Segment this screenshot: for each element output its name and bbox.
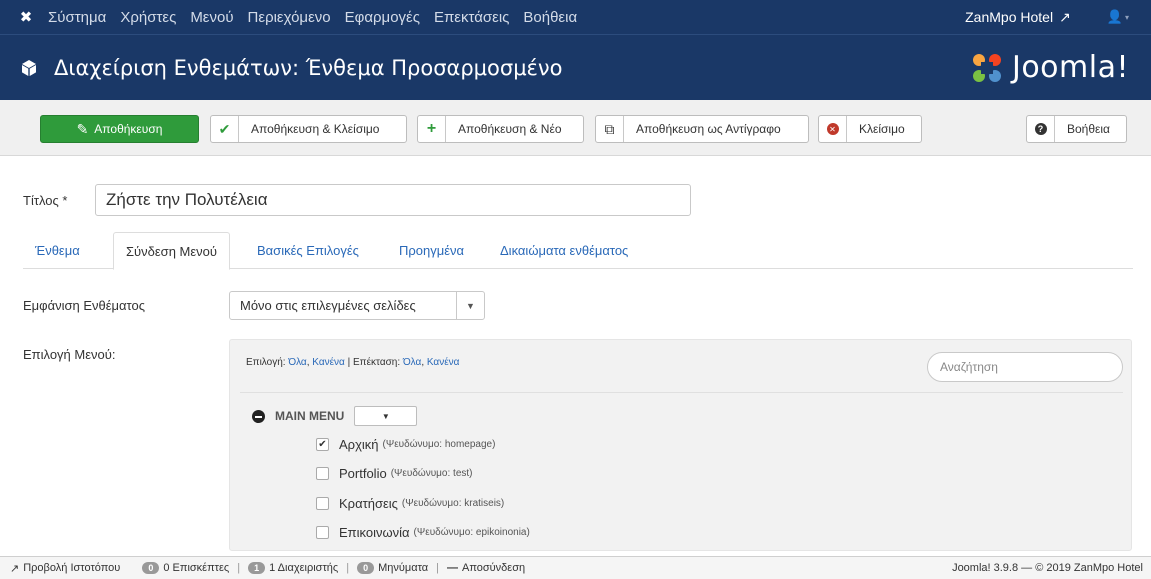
joomla-brand: Joomla! [970, 50, 1129, 85]
menu-extensions[interactable]: Επεκτάσεις [434, 9, 509, 26]
view-site-link[interactable]: ↗ Προβολή Ιστοτόπου [10, 562, 120, 575]
save-button[interactable]: ✎ Αποθήκευση [40, 115, 199, 143]
menu-help[interactable]: Βοήθεια [523, 9, 577, 26]
separator: | [346, 562, 350, 574]
menu-item-label: Αρχική [339, 437, 379, 452]
menu-item-label: Portfolio [339, 466, 387, 481]
separator: | [436, 562, 439, 574]
menu-item: Επικοινωνία (Ψευδώνυμο: epikoinonia) [316, 525, 530, 540]
page-title: Διαχείριση Ενθεμάτων: Ένθεμα Προσαρμοσμέ… [54, 55, 563, 80]
menu-components[interactable]: Εφαρμογές [345, 9, 420, 26]
display-label: Εμφάνιση Ενθέματος [23, 298, 146, 313]
separator: | [237, 562, 241, 574]
tab-basic-options[interactable]: Βασικές Επιλογές [245, 232, 371, 269]
checkbox[interactable] [316, 526, 329, 539]
divider [240, 392, 1123, 393]
tab-module[interactable]: Ένθεμα [23, 232, 92, 269]
menu-group-dropdown[interactable]: ▼ [354, 406, 418, 426]
menu-group-name: MAIN MENU [275, 409, 345, 423]
site-name: ZanMpo Hotel [965, 9, 1054, 25]
menu-item-label: Επικοινωνία [339, 525, 410, 540]
edit-icon: ✎ [76, 120, 89, 137]
check-icon: ✔ [211, 116, 239, 142]
joomla-wordmark: Joomla! [1011, 50, 1129, 85]
joomla-logo-icon [972, 53, 1001, 82]
select-all-link[interactable]: Όλα [288, 357, 306, 368]
title-input[interactable]: Ζήστε την Πολυτέλεια [95, 184, 691, 216]
user-menu[interactable]: 👤 ▾ [1107, 9, 1129, 25]
save-close-button[interactable]: ✔ Αποθήκευση & Κλείσιμο [210, 115, 407, 143]
menu-assignment-panel: Επιλογή: Όλα, Κανένα | Επέκταση: Όλα, Κα… [229, 339, 1132, 551]
expand-none-link[interactable]: Κανένα [427, 357, 460, 368]
main-menu-group: MAIN MENU ▼ [252, 406, 418, 426]
checkbox-checked[interactable]: ✔ [316, 438, 329, 451]
tab-menu-assignment[interactable]: Σύνδεση Μενού [113, 232, 231, 270]
menu-item: Κρατήσεις (Ψευδώνυμο: kratiseis) [316, 496, 504, 511]
save-copy-button[interactable]: ⧉ Αποθήκευση ως Αντίγραφο [595, 115, 809, 143]
menu-item-alias: (Ψευδώνυμο: test) [390, 468, 473, 479]
toolbar: ✎ Αποθήκευση ✔ Αποθήκευση & Κλείσιμο + Α… [0, 100, 1151, 156]
menu-item-alias: (Ψευδώνυμο: epikoinonia) [413, 527, 530, 538]
plus-icon: + [418, 116, 446, 142]
menu-select-label: Επιλογή Μενού: [23, 347, 116, 362]
tab-advanced[interactable]: Προηγμένα [387, 232, 476, 269]
title-label: Τίτλος * [23, 193, 68, 208]
top-navbar: ✖ Σύστημα Χρήστες Μενού Περιεχόμενο Εφαρ… [0, 0, 1151, 34]
navbar-right: ZanMpo Hotel ↗ 👤 ▾ [965, 0, 1151, 34]
help-button[interactable]: ? Βοήθεια [1026, 115, 1127, 143]
status-bar: ↗ Προβολή Ιστοτόπου 0 0 Επισκέπτες | 1 1… [0, 556, 1151, 579]
site-link[interactable]: ZanMpo Hotel ↗ [965, 9, 1071, 26]
version-text: Joomla! 3.9.8 — © 2019 ZanMpo Hotel [952, 562, 1143, 574]
menu-item-alias: (Ψευδώνυμο: homepage) [382, 439, 496, 450]
admins-badge: 1 [248, 562, 266, 574]
display-select[interactable]: Μόνο στις επιλεγμένες σελίδες ▼ [229, 291, 485, 320]
messages-badge: 0 [357, 562, 375, 574]
select-none-link[interactable]: Κανένα [312, 357, 345, 368]
page-header: Διαχείριση Ενθεμάτων: Ένθεμα Προσαρμοσμέ… [0, 34, 1151, 100]
admins-status: 1 1 Διαχειριστής [248, 562, 338, 574]
caret-down-icon: ▾ [1124, 12, 1129, 22]
visitors-status: 0 0 Επισκέπτες [142, 562, 229, 574]
menu-item: ✔ Αρχική (Ψευδώνυμο: homepage) [316, 437, 495, 452]
joomla-menu-icon[interactable]: ✖ [10, 0, 42, 34]
expand-all-link[interactable]: Όλα [403, 357, 421, 368]
checkbox[interactable] [316, 497, 329, 510]
collapse-icon[interactable] [252, 409, 265, 423]
user-icon: 👤 [1106, 9, 1123, 24]
display-value: Μόνο στις επιλεγμένες σελίδες [240, 298, 416, 313]
external-link-icon: ↗ [10, 562, 20, 575]
main-menu: Σύστημα Χρήστες Μενού Περιεχόμενο Εφαρμο… [48, 9, 591, 26]
logout-link[interactable]: — Αποσύνδεση [447, 562, 525, 574]
search-input[interactable]: Αναζήτηση [927, 352, 1123, 382]
minus-icon: — [446, 562, 458, 574]
menu-item: Portfolio (Ψευδώνυμο: test) [316, 466, 473, 481]
visitors-badge: 0 [142, 562, 160, 574]
question-icon: ? [1027, 116, 1055, 142]
menu-content[interactable]: Περιεχόμενο [248, 9, 331, 26]
copy-icon: ⧉ [596, 116, 624, 142]
menu-system[interactable]: Σύστημα [48, 9, 106, 26]
tab-permissions[interactable]: Δικαιώματα ενθέματος [488, 232, 640, 269]
select-expand-links: Επιλογή: Όλα, Κανένα | Επέκταση: Όλα, Κα… [246, 357, 460, 368]
menu-menus[interactable]: Μενού [190, 9, 233, 26]
tab-bar: Ένθεμα Σύνδεση Μενού Βασικές Επιλογές Πρ… [23, 232, 1133, 270]
save-new-button[interactable]: + Αποθήκευση & Νέο [417, 115, 584, 143]
caret-down-icon: ▼ [456, 292, 484, 319]
checkbox[interactable] [316, 467, 329, 480]
cube-icon [18, 57, 40, 79]
external-link-icon: ↗ [1059, 8, 1071, 25]
menu-users[interactable]: Χρήστες [120, 9, 176, 26]
menu-item-label: Κρατήσεις [339, 496, 398, 511]
close-button[interactable]: ✕ Κλείσιμο [818, 115, 922, 143]
menu-item-alias: (Ψευδώνυμο: kratiseis) [401, 498, 505, 509]
cancel-icon: ✕ [819, 116, 847, 142]
messages-link[interactable]: 0 Μηνύματα [357, 562, 428, 574]
